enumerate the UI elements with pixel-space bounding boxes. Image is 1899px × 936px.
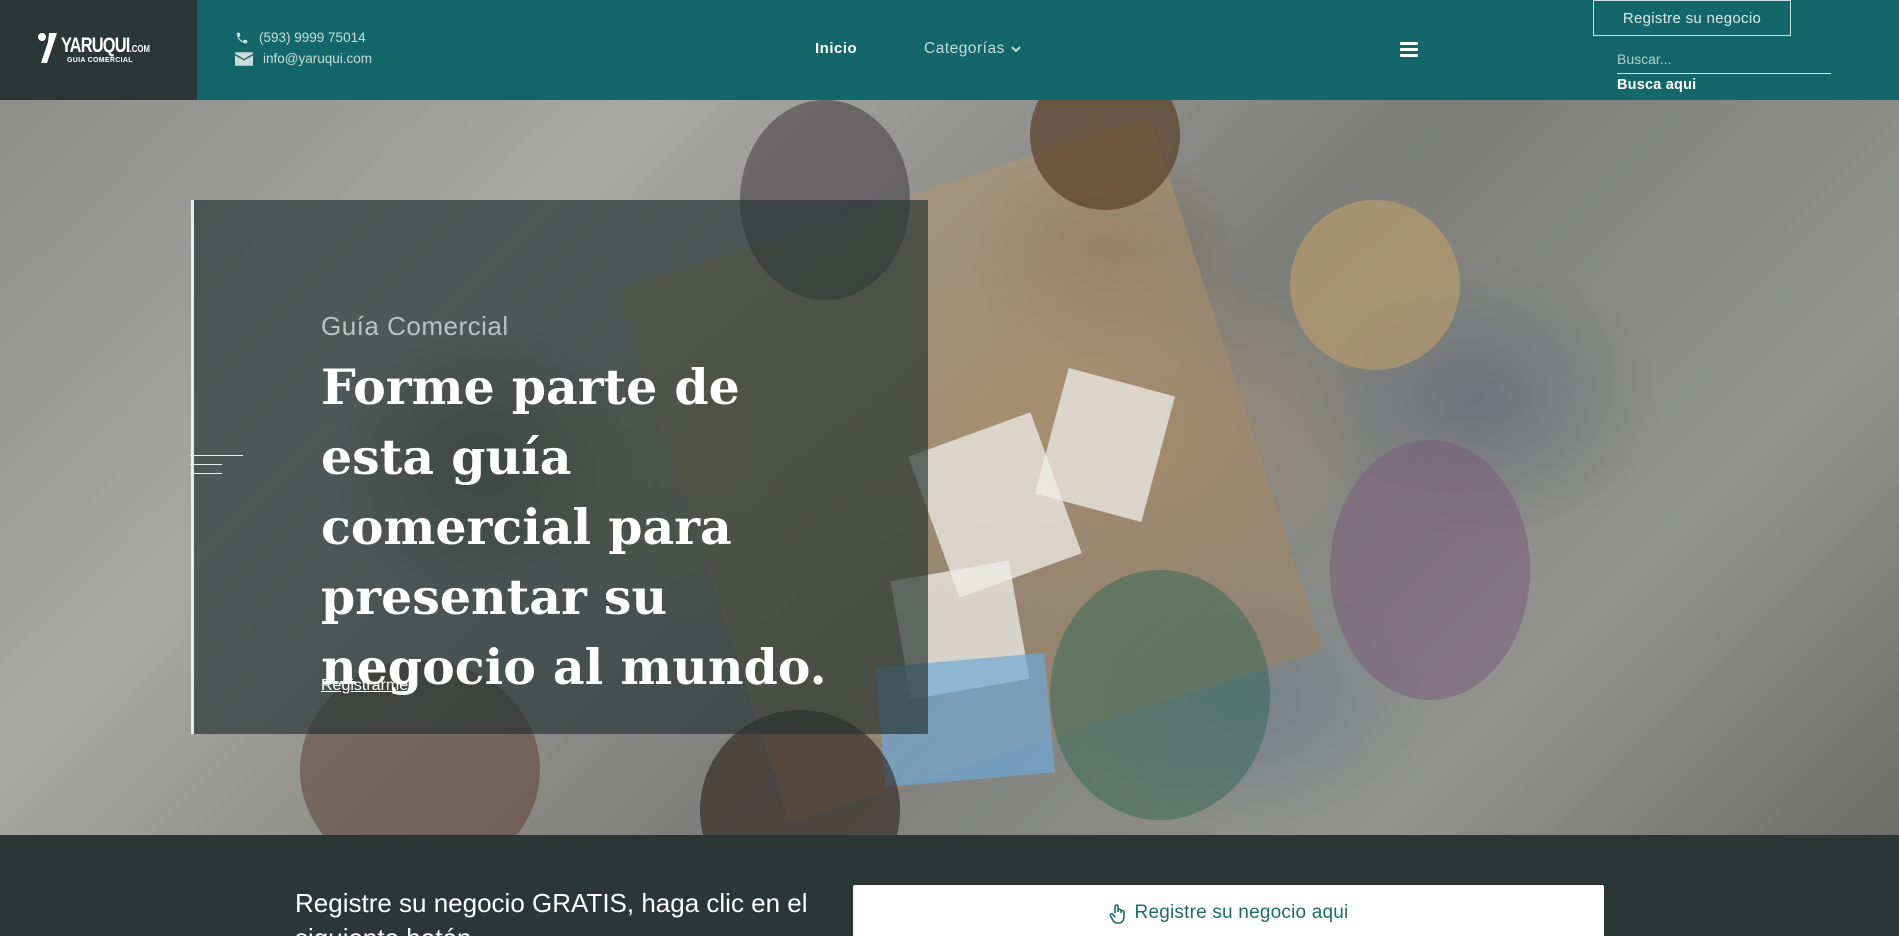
register-business-button[interactable]: Registre su negocio xyxy=(1593,0,1791,36)
envelope-icon xyxy=(235,51,253,66)
contact-phone: (593) 9999 75014 xyxy=(235,30,366,45)
hero-title: Forme parte de esta guía comercial para … xyxy=(321,358,827,696)
cta-text: Registre su negocio GRATIS, haga clic en… xyxy=(295,888,808,936)
logo-mark-icon xyxy=(38,33,57,63)
nav-categorias-label: Categorías xyxy=(924,40,1005,57)
hero-person-shape xyxy=(1330,440,1530,700)
search-hint: Busca aqui xyxy=(1617,77,1697,93)
logo-wordmark: YARUQUI.COM xyxy=(61,34,150,57)
nav-item-inicio[interactable]: Inicio xyxy=(815,40,857,57)
phone-icon xyxy=(236,32,248,43)
email-address[interactable]: info@yaruqui.com xyxy=(263,51,372,66)
phone-number: (593) 9999 75014 xyxy=(259,30,366,45)
logo-container: YARUQUI.COM GUIA COMERCIAL xyxy=(0,0,197,100)
hamburger-menu-icon[interactable] xyxy=(1400,42,1418,58)
hero-decorative-lines xyxy=(190,455,243,482)
hero-subtitle: Guía Comercial xyxy=(321,311,509,341)
chevron-down-icon xyxy=(1011,45,1021,52)
cta-register-button[interactable]: Registre su negocio aqui xyxy=(853,885,1604,936)
site-header: YARUQUI.COM GUIA COMERCIAL (593) 9999 75… xyxy=(0,0,1899,100)
hero-section xyxy=(0,100,1899,835)
hero-person-shape xyxy=(1050,570,1270,820)
cta-register-button-label: Registre su negocio aqui xyxy=(1134,902,1349,923)
search-input[interactable] xyxy=(1617,44,1831,74)
hero-person-shape xyxy=(1290,200,1460,370)
register-link[interactable]: Registrarme xyxy=(321,677,408,695)
hand-pointer-icon xyxy=(1109,904,1125,924)
nav-item-categorias[interactable]: Categorías xyxy=(924,40,1021,58)
logo-tagline: GUIA COMERCIAL xyxy=(67,57,133,64)
contact-email: info@yaruqui.com xyxy=(235,51,372,66)
